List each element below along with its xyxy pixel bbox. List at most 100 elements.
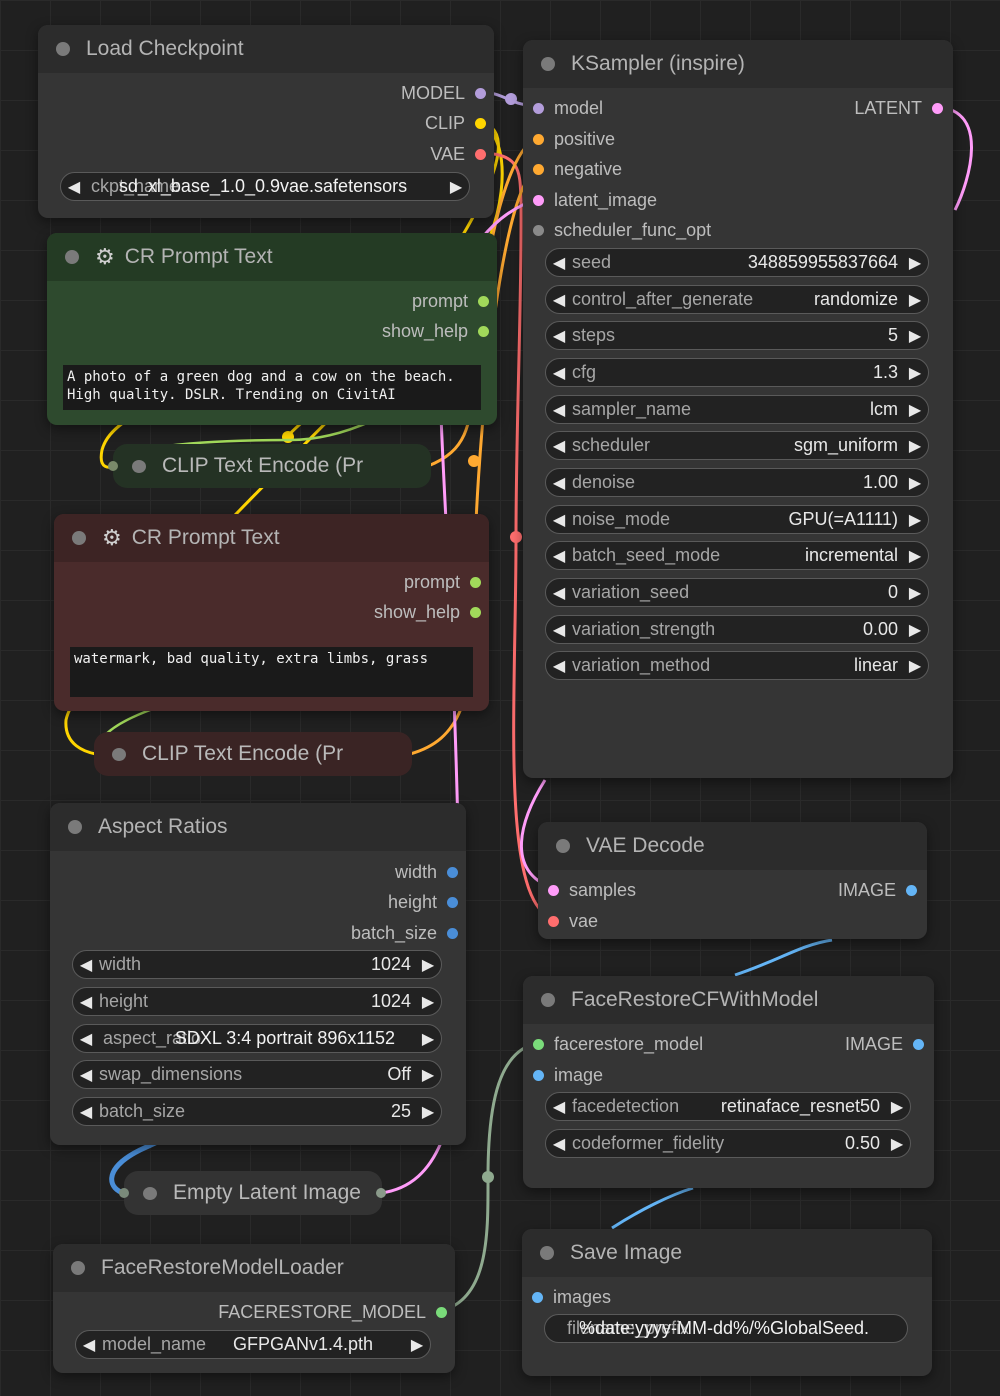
output-facerestore-model[interactable]: FACERESTORE_MODEL [218,1301,447,1323]
output-show-help[interactable]: show_help [374,601,481,623]
increment-arrow-icon[interactable]: ▶ [902,473,928,493]
clip-text-encode-node-2[interactable]: CLIP Text Encode (Pr [94,732,412,776]
latent-port-dot[interactable] [533,194,544,206]
decrement-arrow-icon[interactable]: ◀ [546,620,572,640]
increment-arrow-icon[interactable]: ▶ [902,253,928,273]
collapse-dot[interactable] [56,42,70,56]
input-samples[interactable]: samples [548,879,636,901]
aspect-ratios-node[interactable]: Aspect Ratios width height batch_size ◀ … [50,803,466,1145]
denoise-widget[interactable]: ◀ denoise 1.00 ▶ [545,468,929,497]
face-model-port-dot[interactable] [533,1038,544,1050]
seed-widget[interactable]: ◀ seed 348859955837664 ▶ [545,248,929,277]
swap-dimensions-widget[interactable]: ◀ swap_dimensions Off ▶ [72,1060,442,1089]
output-prompt[interactable]: prompt [412,290,489,312]
collapse-dot[interactable] [541,993,555,1007]
increment-arrow-icon[interactable]: ▶ [902,656,928,676]
batch-seed-mode-widget[interactable]: ◀ batch_seed_mode incremental ▶ [545,541,929,570]
increment-arrow-icon[interactable]: ▶ [415,1065,441,1085]
string-port-dot[interactable] [470,576,481,588]
input-model[interactable]: model [533,97,603,119]
increment-arrow-icon[interactable]: ▶ [902,290,928,310]
decrement-arrow-icon[interactable]: ◀ [546,656,572,676]
increment-arrow-icon[interactable]: ▶ [884,1134,910,1154]
output-prompt[interactable]: prompt [404,571,481,593]
increment-arrow-icon[interactable]: ▶ [902,510,928,530]
decrement-arrow-icon[interactable]: ◀ [546,326,572,346]
clip-text-encode-node-1[interactable]: CLIP Text Encode (Pr [108,444,431,488]
decrement-arrow-icon[interactable]: ◀ [546,583,572,603]
decrement-arrow-icon[interactable]: ◀ [73,992,99,1012]
batch-size-widget[interactable]: ◀ batch_size 25 ▶ [72,1097,442,1126]
collapse-dot[interactable] [132,459,146,473]
output-clip[interactable]: CLIP [425,112,486,134]
optional-port-dot[interactable] [533,224,544,236]
prompt-textarea[interactable]: watermark, bad quality, extra limbs, gra… [70,647,473,697]
output-width[interactable]: width [395,861,458,883]
collapse-dot[interactable] [540,1246,554,1260]
decrement-arrow-icon[interactable]: ◀ [546,290,572,310]
model-name-widget[interactable]: ◀ model_name GFPGANv1.4.pth ▶ [75,1330,431,1359]
save-image-node[interactable]: Save Image images filename_prefix %date:… [522,1229,932,1376]
conditioning-port-dot[interactable] [533,133,544,145]
image-port-dot[interactable] [532,1291,543,1303]
output-image[interactable]: IMAGE [845,1033,924,1055]
input-image[interactable]: image [533,1064,603,1086]
int-port-dot[interactable] [447,927,458,939]
output-model[interactable]: MODEL [401,82,486,104]
decrement-arrow-icon[interactable]: ◀ [546,1097,572,1117]
increment-arrow-icon[interactable]: ▶ [415,1029,441,1049]
input-dot[interactable] [119,1188,129,1198]
increment-arrow-icon[interactable]: ▶ [902,620,928,640]
collapse-dot[interactable] [71,1261,85,1275]
collapse-dot[interactable] [68,820,82,834]
model-port-dot[interactable] [475,87,486,99]
increment-arrow-icon[interactable]: ▶ [902,363,928,383]
scheduler-widget[interactable]: ◀ scheduler sgm_uniform ▶ [545,431,929,460]
codeformer-fidelity-widget[interactable]: ◀ codeformer_fidelity 0.50 ▶ [545,1129,911,1158]
vae-port-dot[interactable] [548,915,559,927]
noise-mode-widget[interactable]: ◀ noise_mode GPU(=A1111) ▶ [545,505,929,534]
load-checkpoint-node[interactable]: Load Checkpoint MODEL CLIP VAE ◀ ckpt_na… [38,25,494,218]
decrement-arrow-icon[interactable]: ◀ [76,1335,102,1355]
increment-arrow-icon[interactable]: ▶ [902,400,928,420]
decrement-arrow-icon[interactable]: ◀ [73,1065,99,1085]
vae-decode-node[interactable]: VAE Decode samples vae IMAGE [538,822,927,939]
decrement-arrow-icon[interactable]: ◀ [546,510,572,530]
variation-strength-widget[interactable]: ◀ variation_strength 0.00 ▶ [545,615,929,644]
increment-arrow-icon[interactable]: ▶ [443,177,469,197]
node-title-bar[interactable]: FaceRestoreCFWithModel [523,976,934,1024]
node-title-bar[interactable]: Aspect Ratios [50,803,466,851]
increment-arrow-icon[interactable]: ▶ [902,436,928,456]
decrement-arrow-icon[interactable]: ◀ [73,1102,99,1122]
output-show-help[interactable]: show_help [382,320,489,342]
string-port-dot[interactable] [470,606,481,618]
output-image[interactable]: IMAGE [838,879,917,901]
collapse-dot[interactable] [72,531,86,545]
latent-port-dot[interactable] [548,884,559,896]
increment-arrow-icon[interactable]: ▶ [902,326,928,346]
int-port-dot[interactable] [447,866,458,878]
face-restore-cf-with-model-node[interactable]: FaceRestoreCFWithModel facerestore_model… [523,976,934,1188]
aspect-ratio-widget[interactable]: ◀ aspect_ratio SDXL 3:4 portrait 896x115… [72,1024,442,1053]
image-port-dot[interactable] [913,1038,924,1050]
increment-arrow-icon[interactable]: ▶ [415,955,441,975]
node-title-bar[interactable]: FaceRestoreModelLoader [53,1244,455,1292]
output-latent[interactable]: LATENT [854,97,943,119]
empty-latent-image-node[interactable]: Empty Latent Image [119,1171,386,1215]
decrement-arrow-icon[interactable]: ◀ [546,546,572,566]
node-title-bar[interactable]: ⚙ CR Prompt Text [47,233,497,281]
clip-input-dot[interactable] [108,461,118,471]
collapse-dot[interactable] [143,1186,157,1200]
sampler-name-widget[interactable]: ◀ sampler_name lcm ▶ [545,395,929,424]
decrement-arrow-icon[interactable]: ◀ [546,436,572,456]
input-positive[interactable]: positive [533,128,615,150]
vae-port-dot[interactable] [475,148,486,160]
collapse-dot[interactable] [65,250,79,264]
output-vae[interactable]: VAE [430,143,486,165]
clip-port-dot[interactable] [475,117,486,129]
collapse-dot[interactable] [556,839,570,853]
filename-prefix-widget[interactable]: filename_prefix %date:yyyy-MM-dd%/%Globa… [544,1314,908,1343]
node-title-bar[interactable]: Load Checkpoint [38,25,494,73]
conditioning-port-dot[interactable] [533,163,544,175]
string-port-dot[interactable] [478,325,489,337]
